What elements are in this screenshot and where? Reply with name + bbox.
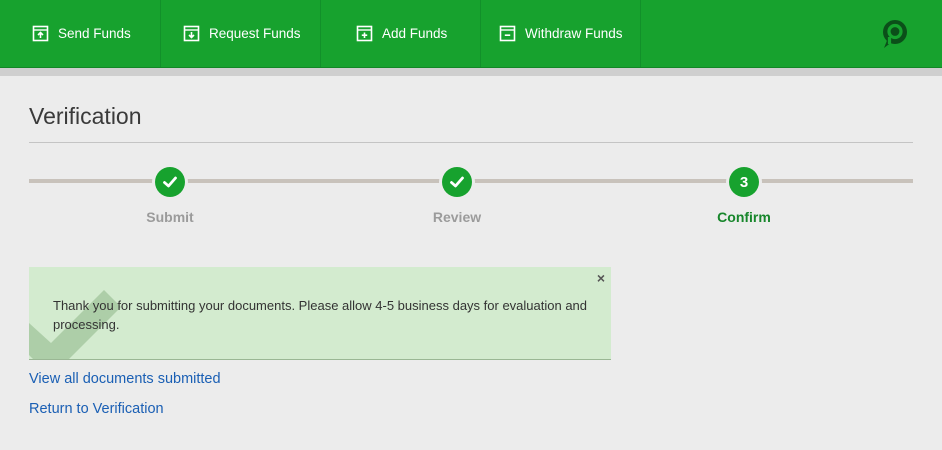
return-to-verification-link[interactable]: Return to Verification (29, 401, 164, 417)
nav-send-funds[interactable]: Send Funds (0, 0, 161, 67)
nav-send-funds-label: Send Funds (58, 26, 131, 41)
top-navigation-bar: Send Funds Request Funds Add Funds Withd… (0, 0, 942, 68)
nav-request-funds[interactable]: Request Funds (161, 0, 321, 67)
step-submit-complete (155, 167, 185, 197)
checkmark-icon (450, 176, 464, 188)
step-submit-label: Submit (146, 209, 194, 225)
brand-logo-icon[interactable] (879, 19, 909, 49)
nav-withdraw-funds[interactable]: Withdraw Funds (481, 0, 641, 67)
nav-add-funds[interactable]: Add Funds (321, 0, 481, 67)
title-divider (29, 142, 913, 143)
request-funds-icon (183, 25, 200, 42)
close-icon[interactable]: × (594, 270, 608, 286)
nav-request-funds-label: Request Funds (209, 26, 301, 41)
withdraw-funds-icon (499, 25, 516, 42)
step-confirm-active: 3 (729, 167, 759, 197)
add-funds-icon (356, 25, 373, 42)
topbar-shadow (0, 68, 942, 76)
nav-add-funds-label: Add Funds (382, 26, 448, 41)
checkmark-icon (163, 176, 177, 188)
success-alert: Thank you for submitting your documents.… (29, 267, 611, 360)
step-review-complete (442, 167, 472, 197)
step-review-label: Review (432, 209, 482, 225)
send-funds-icon (32, 25, 49, 42)
step-number: 3 (739, 173, 749, 191)
view-all-documents-link[interactable]: View all documents submitted (29, 371, 221, 387)
alert-message: Thank you for submitting your documents.… (53, 298, 588, 332)
nav-withdraw-funds-label: Withdraw Funds (525, 26, 623, 41)
page-title: Verification (29, 103, 142, 129)
step-confirm-label: Confirm (717, 209, 771, 225)
